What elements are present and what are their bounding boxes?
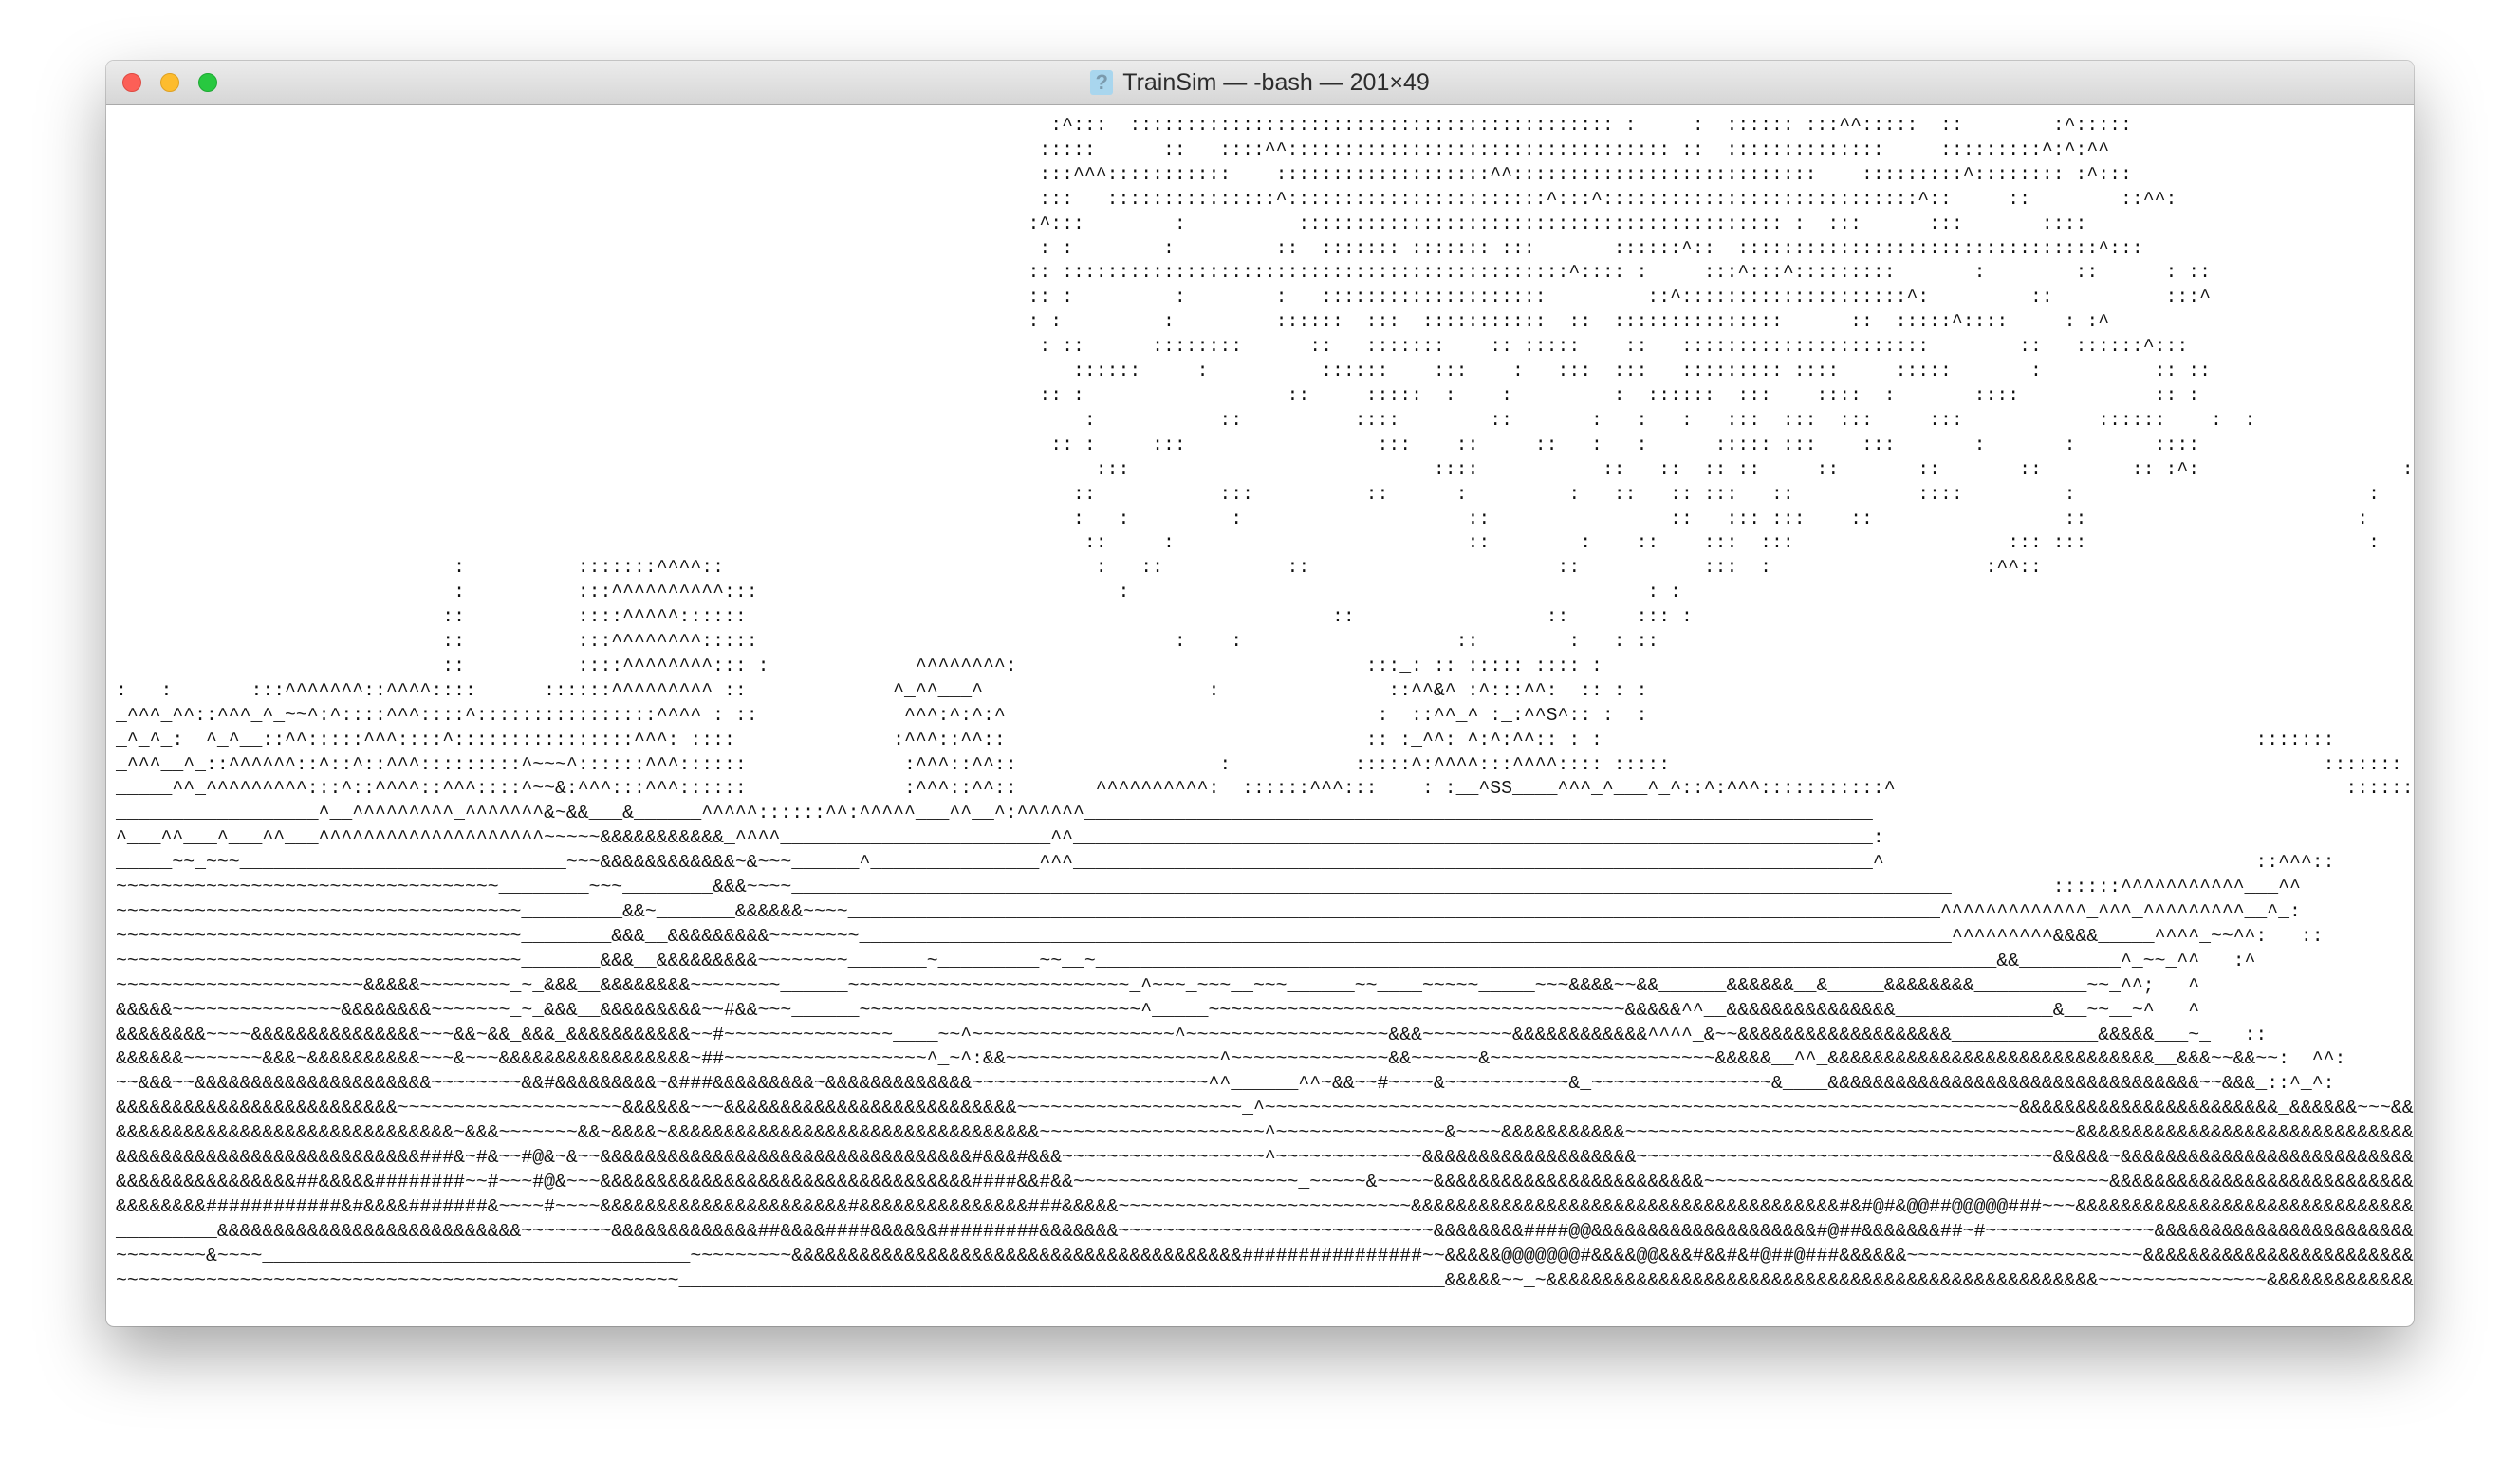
terminal-line: _^^^__^_::^^^^^^::^::^::^^^:::::::::^~~~…: [116, 753, 2402, 775]
terminal-line: ^___^^___^___^^___^^^^^^^^^^^^^^^^^^^^~~…: [116, 827, 1884, 849]
terminal-line: &&&&&&&&&&&&&&&&&&&&&&&&&&&###&~#&~~#@&~…: [116, 1147, 2414, 1169]
terminal-line: __________________^__^^^^^^^^^_^^^^^^^&~…: [116, 803, 1873, 824]
terminal-line: ::: :::: :: :: :: :: :: :: :: :: :^: :: [116, 458, 2414, 480]
terminal-line: _____^^_^^^^^^^^^:::^::^^^^::^^^::::^~~&…: [116, 778, 2414, 800]
terminal-line: :: : :: ::::: : : : :::::: ::: :::: : ::…: [116, 384, 2414, 406]
terminal-line: :: : : : :::::::::::::::::::: ::^:::::::…: [116, 286, 2211, 308]
terminal-line: :: : ::: ::: :: :: : : ::::: ::: ::: : :…: [116, 434, 2414, 455]
terminal-line: &&&&&&&&############&#&&&&#######&~~~~#~…: [116, 1195, 2414, 1217]
terminal-line: &&&&&&&&~~~~&&&&&&&&&&&&&&&~~~&&~&&_&&&_…: [116, 1024, 2268, 1045]
terminal-line: ~~~~~~~~~~~~~~~~~~~~~~~~~~~~~~~~~~~~~~~~…: [116, 1269, 2414, 1291]
terminal-line: ~~~~~~~~~~~~~~~~~~~~~~~~~~~~~~~~~~~~____…: [116, 925, 2324, 947]
terminal-line: :: :::^^^^^^^^::::: : : :: : : ::: [116, 631, 1659, 653]
terminal-line: ~~~~~~~~&~~~~___________________________…: [116, 1245, 2414, 1266]
terminal-line: :: ::: :: : : :: :: ::: :: :::: : :: [116, 483, 2381, 505]
terminal-line: &&&&&&&&&&&&&&&&&&&&&&&&&&&&&&~&&&~~~~~~…: [116, 1122, 2414, 1144]
terminal-output[interactable]: :^::: ::::::::::::::::::::::::::::::::::…: [116, 114, 2414, 1326]
terminal-line: &&&&&&&&&&&&&&&&&&&&&&&&&~~~~~~~~~~~~~~~…: [116, 1098, 2414, 1119]
terminal-line: ~~~~~~~~~~~~~~~~~~~~~~~~~~~~~~~~~~~~____…: [116, 901, 2301, 922]
question-document-icon: ?: [1090, 70, 1114, 95]
terminal-line: :: ::::^^^^^:::::: :: :: ::: :: [116, 606, 1693, 628]
terminal-line: : :: :::: :: : : : ::: ::: ::: ::: :::::…: [116, 409, 2414, 431]
terminal-line: : : :::^^^^^^^::^^^^:::: ::::::^^^^^^^^^…: [116, 679, 1648, 701]
window-title: TrainSim — -bash — 201×49: [1122, 68, 1430, 96]
terminal-line: &&&&&~~~~~~~~~~~~~~~&&&&&&&&~~~~~~~_~_&&…: [116, 999, 2200, 1021]
terminal-line: :: : :: : :: ::: ::: ::: ::: :: [116, 532, 2381, 554]
terminal-line: _^_^_: ^_^__::^^:::::^^^::::^:::::::::::…: [116, 729, 2335, 750]
terminal-line: :^::: ::::::::::::::::::::::::::::::::::…: [116, 115, 2132, 136]
terminal-line: :: :::::::::::::::::::::::::::::::::::::…: [116, 262, 2211, 284]
terminal-line: : : : :: :: ::: ::: :: :: :: [116, 508, 2369, 529]
terminal-line: ~~~~~~~~~~~~~~~~~~~~~~&&&&&~~~~~~~~_~_&&…: [116, 974, 2200, 996]
terminal-line: :::::: : :::::: ::: : ::: ::: ::::::::: …: [116, 360, 2414, 382]
terminal-line: : : : :: ::::::: ::::::: ::: ::::::^:: :…: [116, 237, 2143, 259]
terminal-line: : : : :::::: ::: ::::::::::: :: ::::::::…: [116, 311, 2110, 333]
terminal-line: ::: :::::::::::::::^::::::::::::::::::::…: [116, 188, 2177, 210]
terminal-line: :^::: : ::::::::::::::::::::::::::::::::…: [116, 212, 2087, 234]
terminal-line: : :::::::^^^^:: : :: :: :: ::: : :^^::: [116, 557, 2042, 579]
terminal-line: _^^^_^^::^^^_^_~~^:^::::^^^::::^::::::::…: [116, 704, 1648, 726]
terminal-line: _____~~_~~~_____________________________…: [116, 852, 2335, 874]
terminal-line: : :: :::::::: :: ::::::: :: ::::: :: :::…: [116, 336, 2189, 358]
terminal-line: :: ::::^^^^^^^^::: : ^^^^^^^^: :::_: :: …: [116, 655, 1603, 676]
terminal-line: ~~&&&~~&&&&&&&&&&&&&&&&&&&&&~~~~~~~~&&#&…: [116, 1073, 2335, 1095]
terminal-line: :::^^^::::::::::: :::::::::::::::::::^^:…: [116, 163, 2132, 185]
terminal-window: ? TrainSim — -bash — 201×49 :^::: ::::::…: [106, 61, 2414, 1326]
title-bar: ? TrainSim — -bash — 201×49: [106, 61, 2414, 105]
terminal-line: ~~~~~~~~~~~~~~~~~~~~~~~~~~~~~~~~~~~~____…: [116, 950, 2256, 971]
terminal-line: : :::^^^^^^^^^^::: : : :: [116, 582, 1682, 603]
terminal-line: &&&&&&~~~~~~~&&&~&&&&&&&&&&~~~&~~~&&&&&&…: [116, 1048, 2346, 1070]
terminal-line: _________&&&&&&&&&&&&&&&&&&&&&&&&&&&~~~~…: [116, 1220, 2414, 1242]
terminal-line: ~~~~~~~~~~~~~~~~~~~~~~~~~~~~~~~~~~______…: [116, 877, 2301, 898]
window-title-group: ? TrainSim — -bash — 201×49: [106, 61, 2414, 104]
terminal-line: &&&&&&&&&&&&&&&&##&&&&&########~~#~~~#@&…: [116, 1171, 2414, 1192]
terminal-line: ::::: :: ::::^^:::::::::::::::::::::::::…: [116, 139, 2110, 160]
